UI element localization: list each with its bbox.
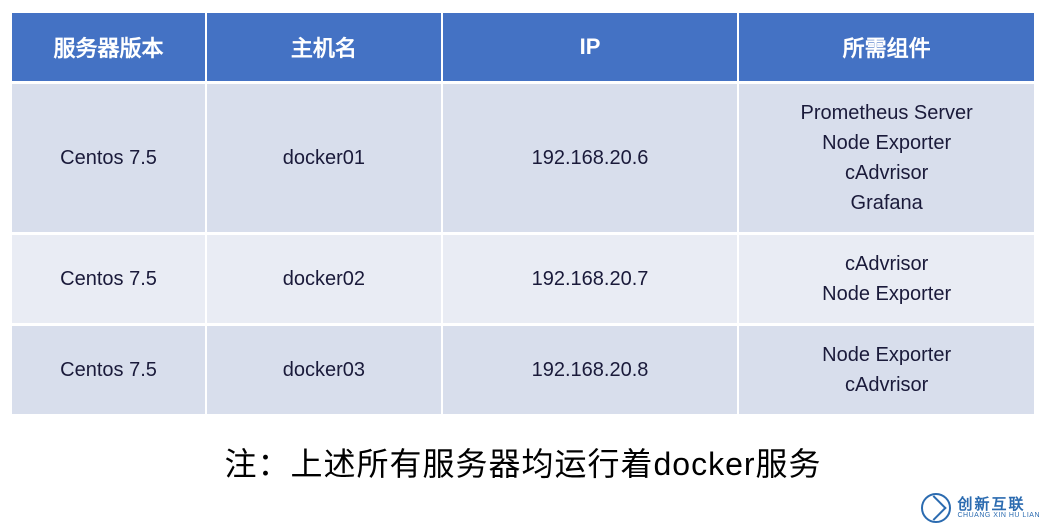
cell-hostname: docker01: [207, 84, 441, 232]
cell-version: Centos 7.5: [12, 326, 205, 414]
header-components: 所需组件: [739, 13, 1034, 81]
watermark-en: CHUANG XIN HU LIAN: [957, 512, 1040, 519]
cell-components: Prometheus ServerNode ExportercAdvrisorG…: [739, 84, 1034, 232]
header-ip: IP: [443, 13, 738, 81]
cell-components: cAdvrisorNode Exporter: [739, 235, 1034, 323]
cell-version: Centos 7.5: [12, 235, 205, 323]
cell-hostname: docker03: [207, 326, 441, 414]
cell-components: Node ExportercAdvrisor: [739, 326, 1034, 414]
watermark-text: 创新互联 CHUANG XIN HU LIAN: [957, 497, 1040, 519]
cell-version: Centos 7.5: [12, 84, 205, 232]
header-version: 服务器版本: [12, 13, 205, 81]
server-table: 服务器版本 主机名 IP 所需组件 Centos 7.5 docker01 19…: [10, 10, 1036, 417]
table-row: Centos 7.5 docker01 192.168.20.6 Prometh…: [12, 84, 1034, 232]
watermark: 创新互联 CHUANG XIN HU LIAN: [921, 493, 1040, 523]
cell-ip: 192.168.20.7: [443, 235, 738, 323]
table-row: Centos 7.5 docker03 192.168.20.8 Node Ex…: [12, 326, 1034, 414]
table-header-row: 服务器版本 主机名 IP 所需组件: [12, 13, 1034, 81]
cell-ip: 192.168.20.8: [443, 326, 738, 414]
header-hostname: 主机名: [207, 13, 441, 81]
watermark-cn: 创新互联: [957, 497, 1040, 512]
cell-hostname: docker02: [207, 235, 441, 323]
footer-note: 注：上述所有服务器均运行着docker服务: [10, 417, 1036, 503]
table-container: 服务器版本 主机名 IP 所需组件 Centos 7.5 docker01 19…: [0, 0, 1046, 513]
watermark-logo-icon: [921, 493, 951, 523]
table-row: Centos 7.5 docker02 192.168.20.7 cAdvris…: [12, 235, 1034, 323]
cell-ip: 192.168.20.6: [443, 84, 738, 232]
